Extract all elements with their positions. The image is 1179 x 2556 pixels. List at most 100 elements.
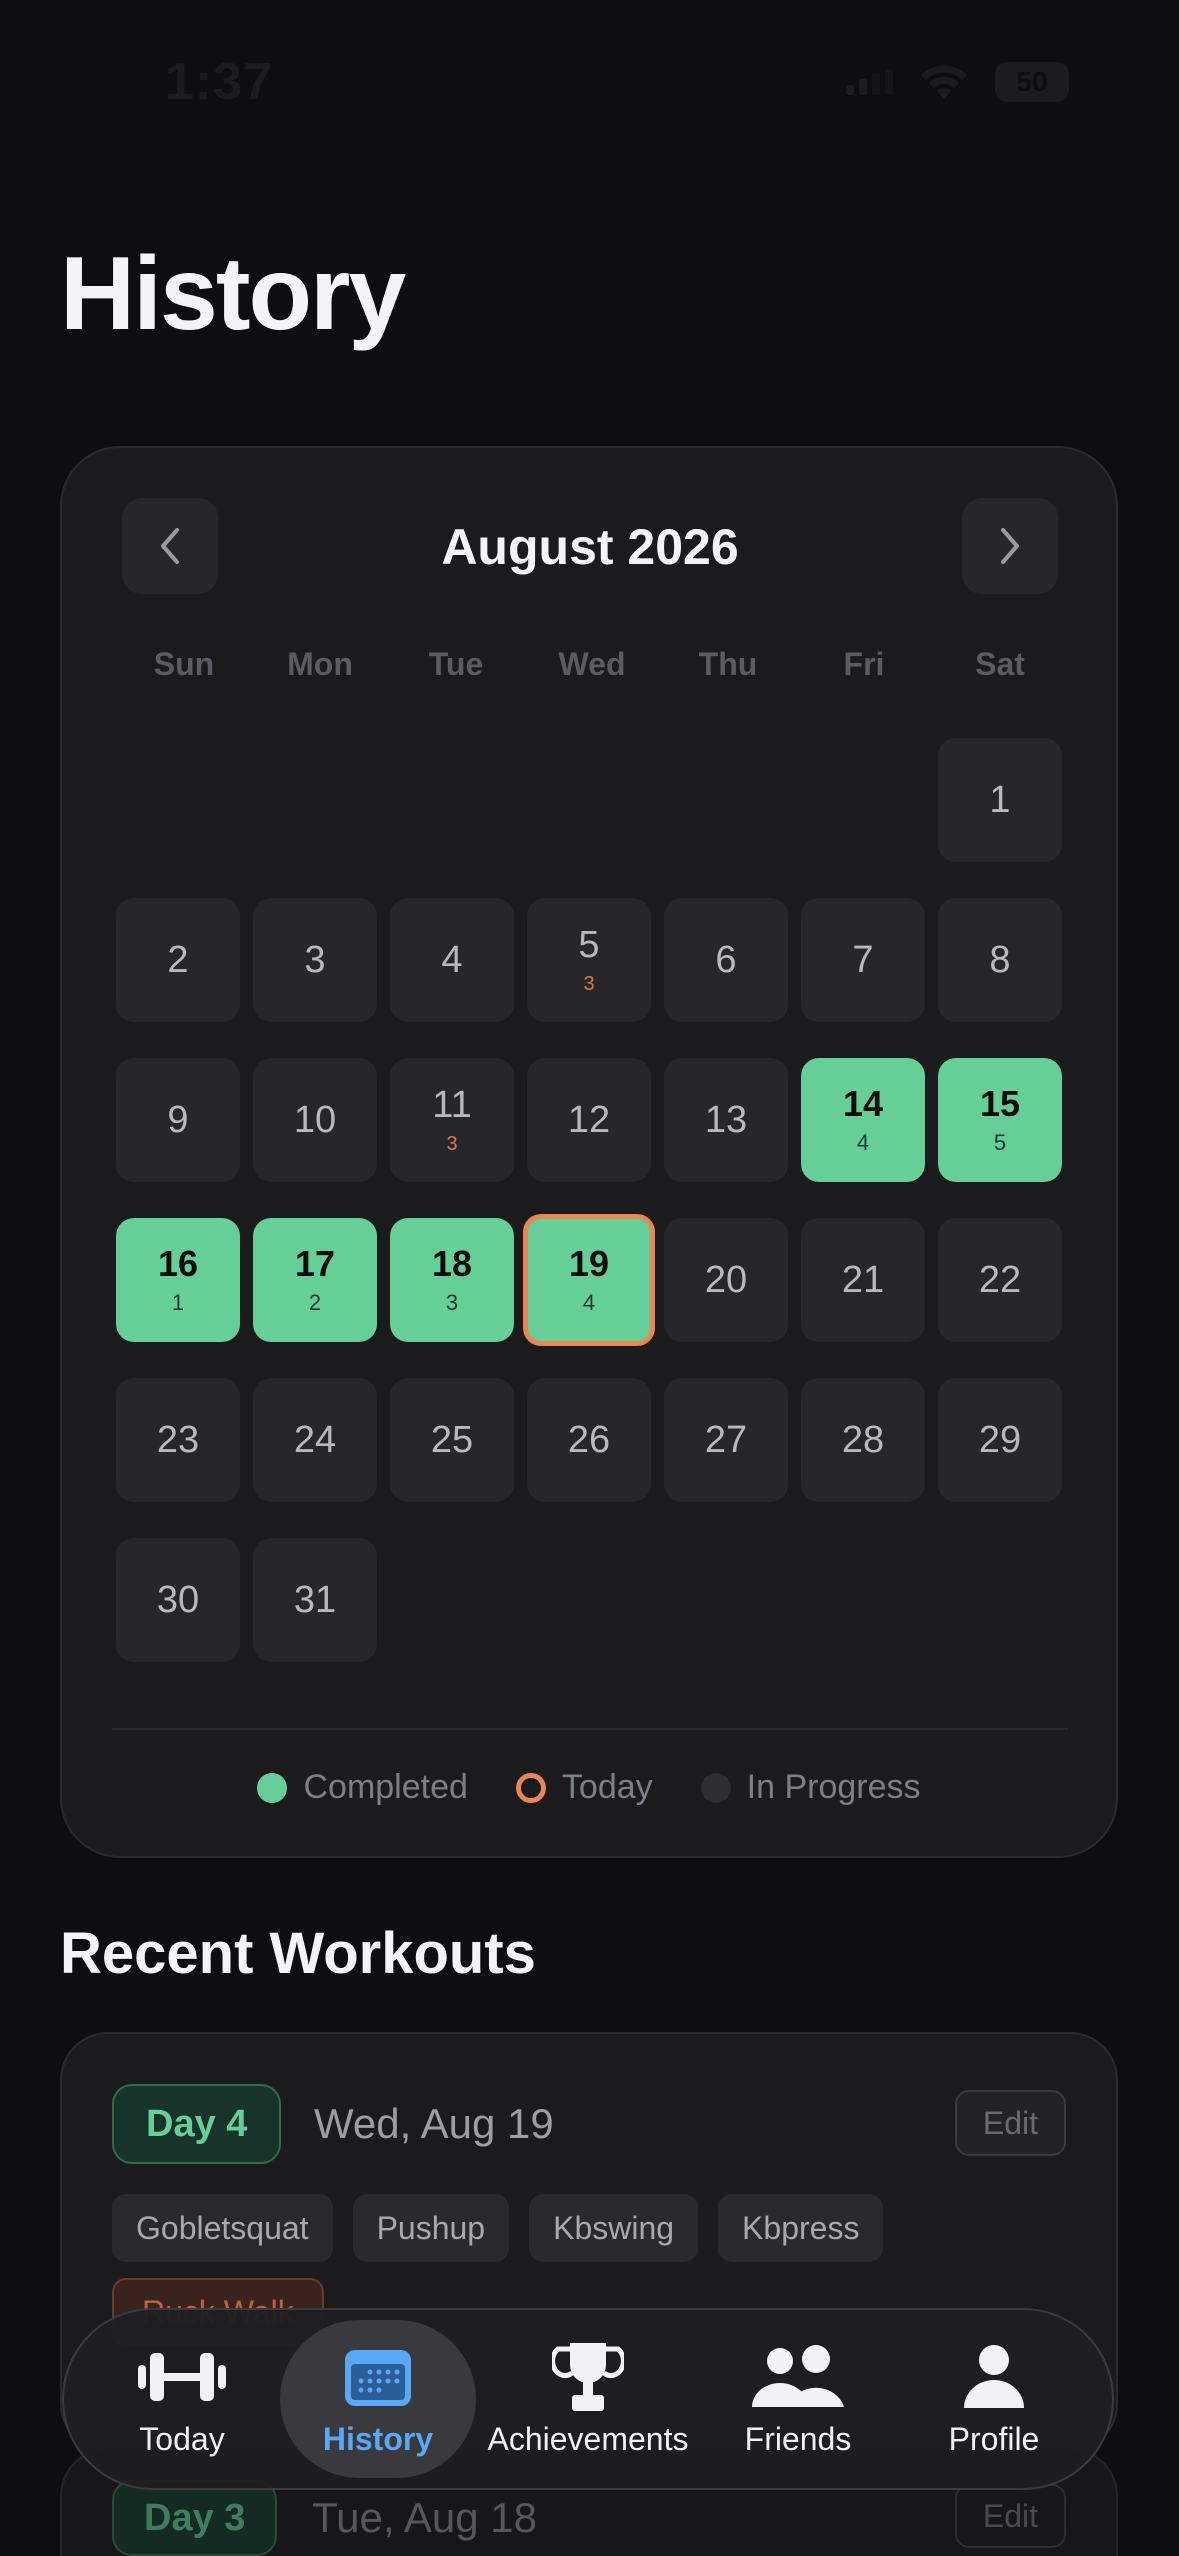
calendar-day-2[interactable]: 2 <box>116 898 240 1022</box>
empty-day-cell <box>253 738 377 862</box>
empty-day-cell <box>664 738 788 862</box>
calendar-day-22[interactable]: 22 <box>938 1218 1062 1342</box>
calendar-day-19[interactable]: 19 4 <box>523 1214 655 1346</box>
day-number: 18 <box>431 1243 473 1284</box>
calendar-day-3[interactable]: 3 <box>253 898 377 1022</box>
legend-today: Today <box>515 1768 653 1807</box>
calendar-day-18[interactable]: 18 3 <box>390 1218 514 1342</box>
empty-day-cell <box>390 738 514 862</box>
next-month-button[interactable] <box>962 498 1058 594</box>
day-number: 21 <box>841 1259 885 1301</box>
calendar-day-17[interactable]: 17 2 <box>253 1218 377 1342</box>
day-workout-count: 3 <box>446 1133 458 1155</box>
weekday-label: Fri <box>843 646 885 682</box>
weekday-label: Mon <box>287 646 353 682</box>
calendar-day-4[interactable]: 4 <box>390 898 514 1022</box>
day-number: 3 <box>304 939 326 981</box>
calendar-week-row: 9 10 11 3 12 13 14 4 15 5 <box>116 1058 1068 1182</box>
recent-workouts-title: Recent Workouts <box>60 1921 536 1986</box>
tab-label: Achievements <box>487 2420 689 2457</box>
battery-icon: 50 <box>995 62 1069 102</box>
status-time: 1:37 <box>165 53 274 111</box>
legend-in-progress: In Progress <box>700 1768 921 1807</box>
legend-divider <box>112 1728 1068 1730</box>
status-icons: 50 <box>846 62 1069 102</box>
exercise-tag: Kbswing <box>529 2194 699 2262</box>
calendar-day-13[interactable]: 13 <box>664 1058 788 1182</box>
calendar-day-5[interactable]: 53 <box>527 898 651 1022</box>
calendar-day-12[interactable]: 12 <box>527 1058 651 1182</box>
day-number: 10 <box>293 1099 337 1141</box>
edit-workout-button[interactable]: Edit <box>954 2484 1066 2548</box>
calendar-day-23[interactable]: 23 <box>116 1378 240 1502</box>
calendar-week-row: 16 1 17 2 18 3 19 4 20 21 22 <box>116 1214 1068 1346</box>
calendar-day-26[interactable]: 26 <box>527 1378 651 1502</box>
calendar-day-20[interactable]: 20 <box>664 1218 788 1342</box>
page-title: History <box>60 236 406 352</box>
day-number: 22 <box>978 1259 1022 1301</box>
day-number: 16 <box>157 1243 199 1284</box>
day-number: 17 <box>294 1243 336 1284</box>
calendar-day-11[interactable]: 11 3 <box>390 1058 514 1182</box>
day-workout-count: 2 <box>308 1290 322 1315</box>
day-number: 12 <box>567 1099 611 1141</box>
workout-date: Wed, Aug 19 <box>314 2100 554 2147</box>
profile-icon <box>962 2341 1026 2413</box>
workout-day-badge: Day 3 <box>112 2480 278 2556</box>
tab-achievements[interactable]: Achievements <box>476 2320 700 2478</box>
status-bar: 1:37 50 <box>0 0 1179 170</box>
day-number: 11 <box>432 1084 472 1126</box>
tab-today[interactable]: Today <box>84 2320 280 2478</box>
calendar-day-27[interactable]: 27 <box>664 1378 788 1502</box>
calendar-day-1[interactable]: 1 <box>938 738 1062 862</box>
day-workout-count: 5 <box>993 1130 1007 1155</box>
day-workout-count: 4 <box>582 1290 596 1315</box>
calendar-day-21[interactable]: 21 <box>801 1218 925 1342</box>
day-number: 9 <box>167 1099 189 1141</box>
calendar-day-24[interactable]: 24 <box>253 1378 377 1502</box>
day-number: 31 <box>293 1579 337 1621</box>
calendar-day-9[interactable]: 9 <box>116 1058 240 1182</box>
calendar-card: August 2026 Sun Mon Tue Wed Thu Fri Sat … <box>60 446 1118 1858</box>
calendar-day-10[interactable]: 10 <box>253 1058 377 1182</box>
completed-dot-icon <box>257 1772 288 1803</box>
calendar-day-31[interactable]: 31 <box>253 1538 377 1662</box>
tab-history[interactable]: History <box>280 2320 476 2478</box>
day-workout-count: 4 <box>856 1130 870 1155</box>
tab-profile[interactable]: Profile <box>896 2320 1092 2478</box>
tab-friends[interactable]: Friends <box>700 2320 896 2478</box>
exercise-tag: Pushup <box>352 2194 510 2262</box>
edit-workout-button[interactable]: Edit <box>954 2090 1066 2156</box>
calendar-day-30[interactable]: 30 <box>116 1538 240 1662</box>
cellular-signal-icon <box>846 69 893 95</box>
calendar-day-14[interactable]: 14 4 <box>801 1058 925 1182</box>
calendar-day-15[interactable]: 15 5 <box>938 1058 1062 1182</box>
calendar-day-29[interactable]: 29 <box>938 1378 1062 1502</box>
empty-day-cell <box>390 1538 514 1662</box>
weekday-header-row: Sun Mon Tue Wed Thu Fri Sat <box>116 646 1068 683</box>
calendar-day-25[interactable]: 25 <box>390 1378 514 1502</box>
calendar-header: August 2026 <box>122 498 1058 594</box>
day-number: 25 <box>430 1419 474 1461</box>
weekday-label: Wed <box>558 646 626 682</box>
day-number: 24 <box>293 1419 337 1461</box>
calendar-day-6[interactable]: 6 <box>664 898 788 1022</box>
day-workout-count: 3 <box>583 973 595 995</box>
friends-icon <box>750 2341 846 2413</box>
day-number: 26 <box>567 1419 611 1461</box>
legend-completed: Completed <box>257 1768 468 1807</box>
day-number: 8 <box>989 939 1011 981</box>
empty-day-cell <box>116 738 240 862</box>
calendar-legend: Completed Today In Progress <box>62 1768 1116 1807</box>
day-number: 29 <box>978 1419 1022 1461</box>
day-number: 19 <box>568 1243 610 1284</box>
calendar-day-28[interactable]: 28 <box>801 1378 925 1502</box>
calendar-day-7[interactable]: 7 <box>801 898 925 1022</box>
calendar-icon <box>342 2341 414 2413</box>
calendar-day-16[interactable]: 16 1 <box>116 1218 240 1342</box>
today-ring-icon <box>515 1772 546 1803</box>
calendar-week-row: 2 3 45367 8 <box>116 898 1068 1022</box>
calendar-grid: 1 2 3 4 5 3 6 7 8 9 10 11 3 12 13 14 4 15 5 16 1 17 2 18 3 19 4 20 2… <box>116 738 1068 1698</box>
exercise-tag: Gobletsquat <box>112 2194 333 2262</box>
calendar-day-8[interactable]: 8 <box>938 898 1062 1022</box>
